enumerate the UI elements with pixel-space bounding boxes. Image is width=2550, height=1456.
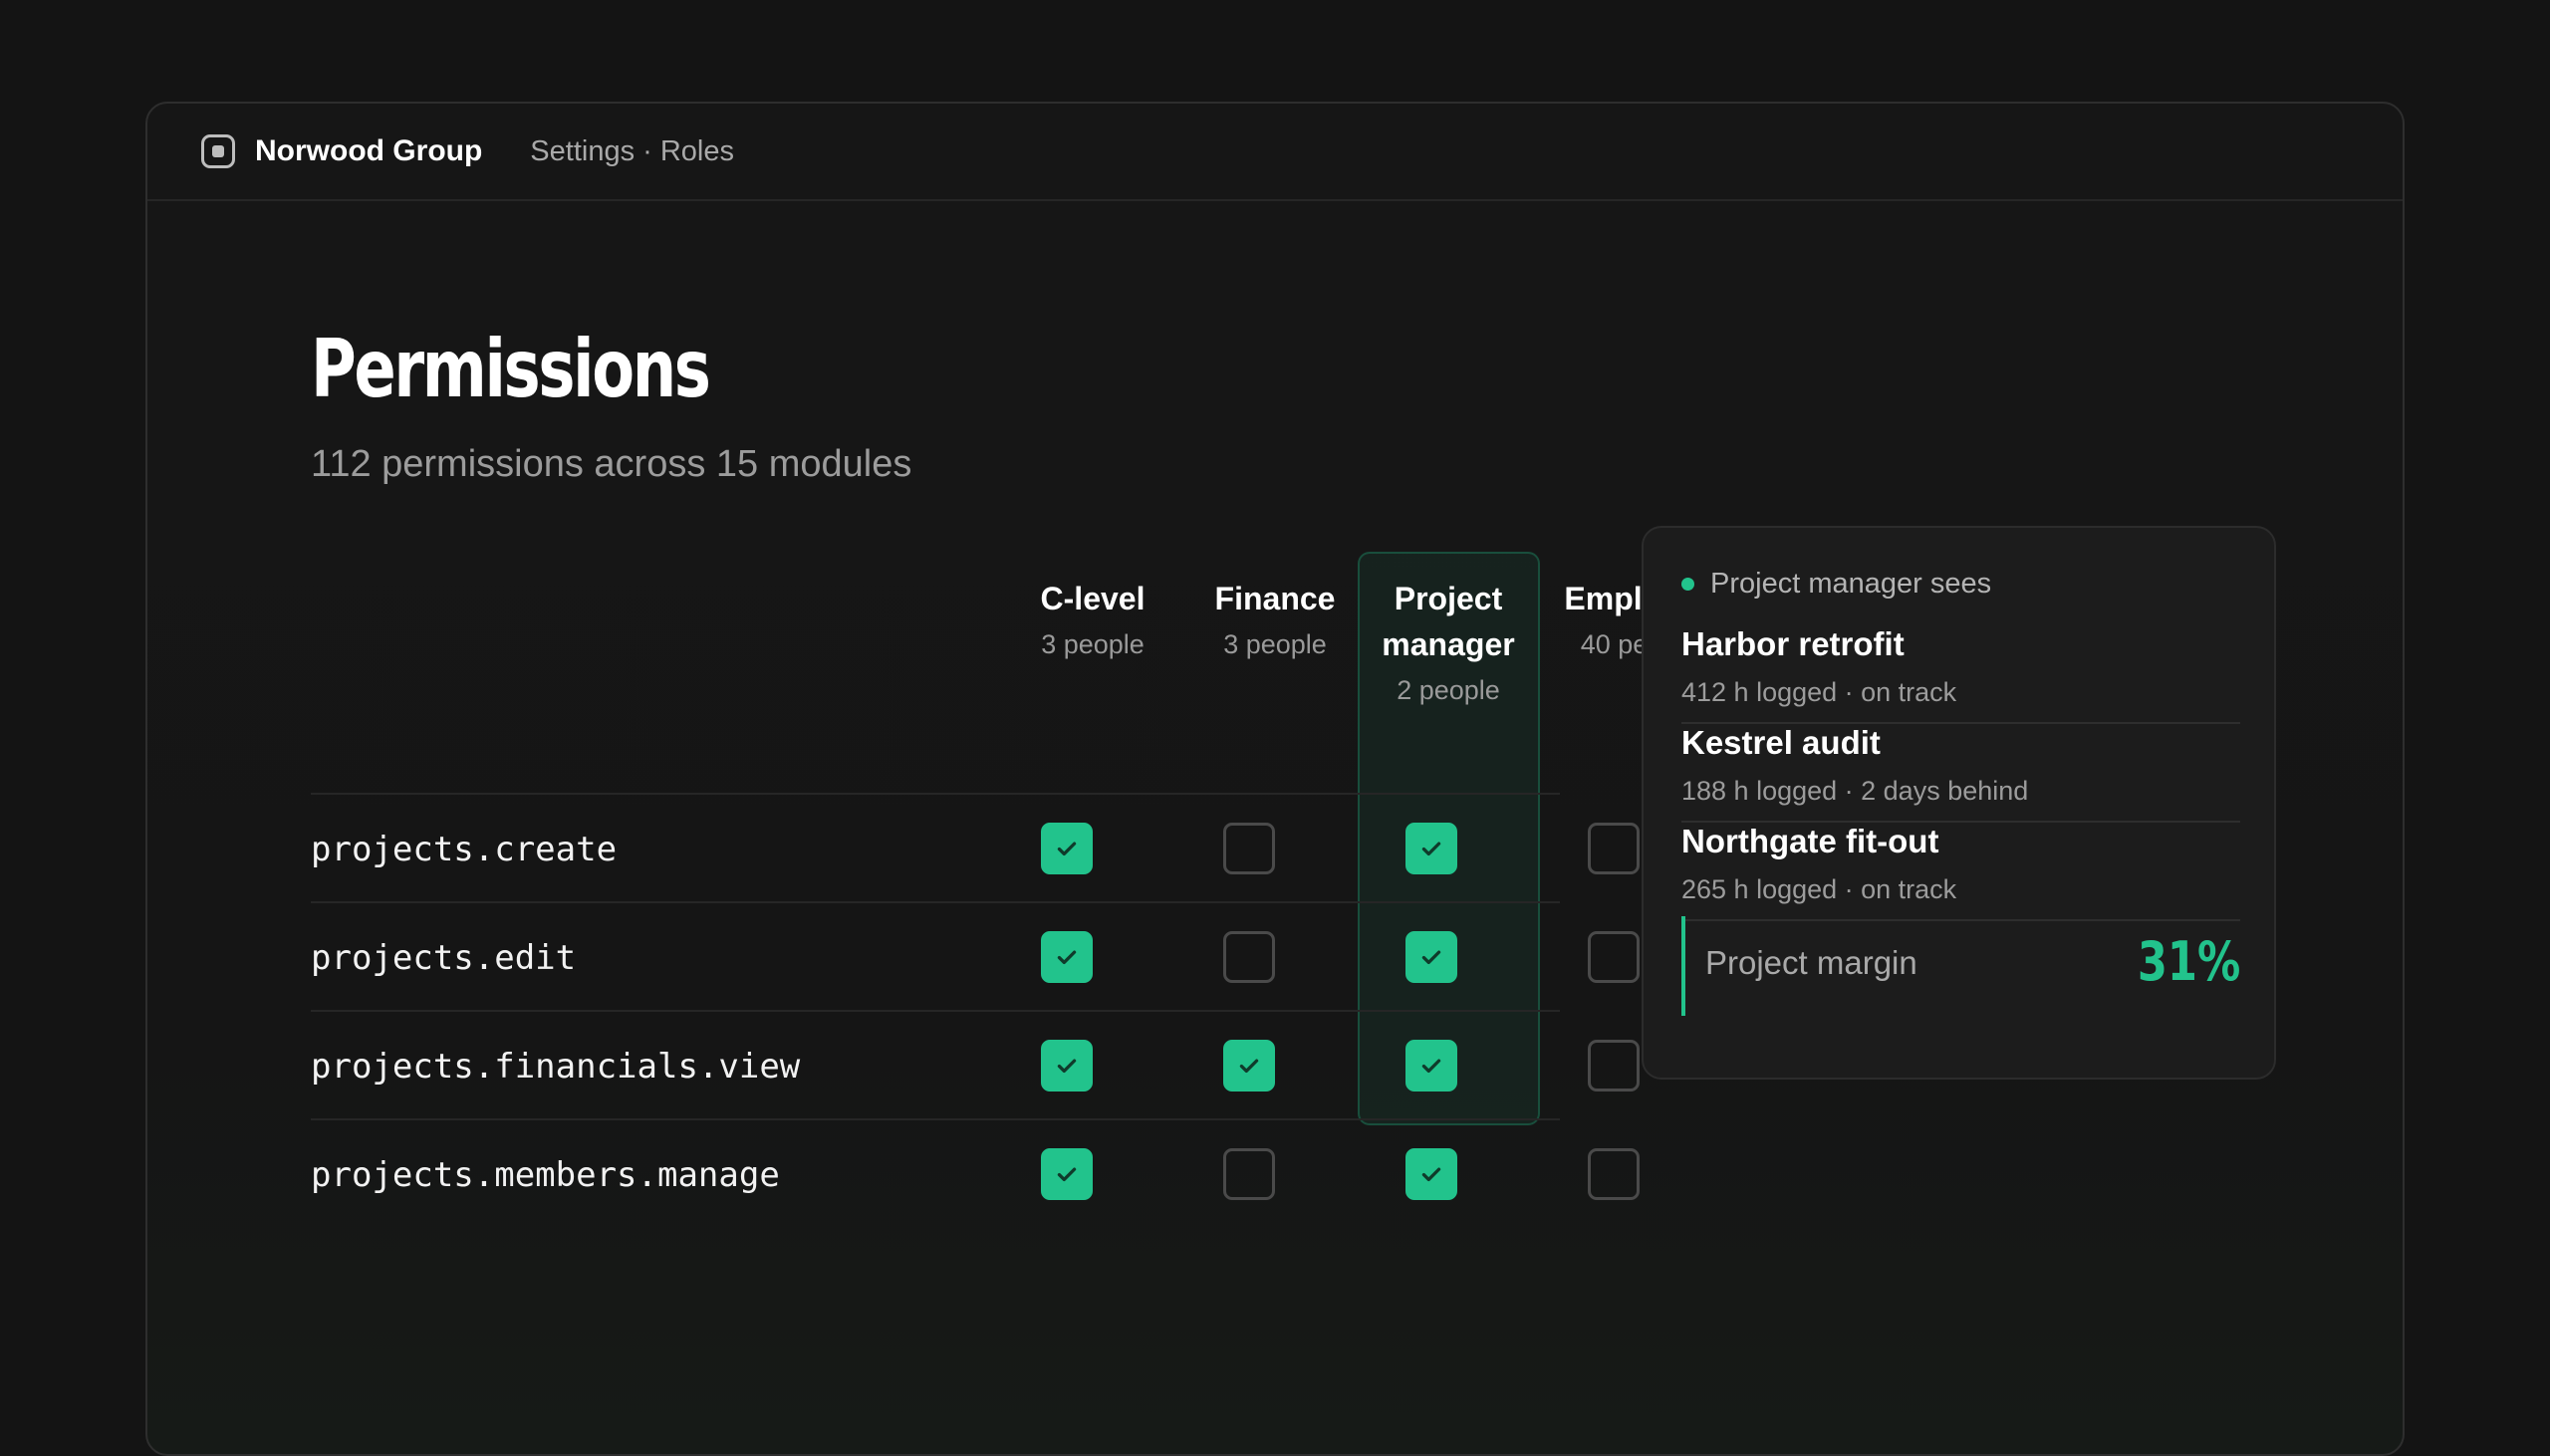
role-header-project-manager[interactable]: Project manager 2 people bbox=[1359, 576, 1538, 713]
status-dot-icon bbox=[1681, 578, 1694, 591]
permission-checkbox-finance[interactable] bbox=[1223, 823, 1275, 874]
org-name[interactable]: Norwood Group bbox=[255, 134, 482, 168]
permission-checkbox-finance[interactable] bbox=[1223, 1148, 1275, 1200]
margin-value: 31% bbox=[2137, 930, 2240, 993]
project-margin-stat: Project margin 31% bbox=[1681, 916, 2240, 1016]
app-window: Norwood Group Settings · Roles Permissio… bbox=[145, 102, 2405, 1456]
permission-row: projects.members.manage bbox=[311, 1118, 1640, 1227]
checkmark-icon bbox=[1054, 1161, 1080, 1187]
role-name-line-2: manager bbox=[1382, 626, 1515, 662]
project-item[interactable]: Northgate fit-out 265 h logged · on trac… bbox=[1681, 823, 2240, 921]
page-subtitle: 112 permissions across 15 modules bbox=[311, 443, 912, 485]
permission-checkbox-employee[interactable] bbox=[1588, 931, 1640, 983]
role-count: 3 people bbox=[1041, 629, 1145, 659]
permission-checkbox-employee[interactable] bbox=[1588, 1148, 1640, 1200]
checkmark-icon bbox=[1418, 1053, 1444, 1079]
permission-row: projects.edit bbox=[311, 901, 1640, 1010]
permission-matrix: C-level 3 people Finance 3 people Projec… bbox=[311, 552, 1715, 1249]
breadcrumb[interactable]: Settings · Roles bbox=[530, 135, 734, 168]
preview-heading: Project manager sees bbox=[1681, 568, 1991, 601]
role-header-finance[interactable]: Finance 3 people bbox=[1185, 576, 1365, 667]
checkmark-icon bbox=[1054, 944, 1080, 970]
page-title: Permissions bbox=[311, 323, 711, 415]
project-name: Harbor retrofit bbox=[1681, 625, 1905, 662]
checkmark-icon bbox=[1054, 1053, 1080, 1079]
margin-label: Project margin bbox=[1705, 944, 1917, 981]
permission-key: projects.edit bbox=[311, 937, 577, 978]
permission-checkbox-c-level[interactable] bbox=[1041, 931, 1093, 983]
app-logo-icon[interactable] bbox=[201, 134, 235, 168]
role-name: C-level bbox=[1040, 581, 1146, 616]
role-preview-panel: Project manager sees Harbor retrofit 412… bbox=[1642, 526, 2276, 1080]
project-item[interactable]: Harbor retrofit 412 h logged · on track bbox=[1681, 625, 2240, 724]
permission-key: projects.financials.view bbox=[311, 1046, 801, 1087]
project-name: Kestrel audit bbox=[1681, 724, 1881, 761]
permission-checkbox-finance[interactable] bbox=[1223, 931, 1275, 983]
checkmark-icon bbox=[1418, 944, 1444, 970]
permission-checkbox-project-manager[interactable] bbox=[1405, 931, 1457, 983]
permission-checkbox-project-manager[interactable] bbox=[1405, 1148, 1457, 1200]
checkmark-icon bbox=[1236, 1053, 1262, 1079]
permission-checkbox-finance[interactable] bbox=[1223, 1040, 1275, 1092]
permission-checkbox-employee[interactable] bbox=[1588, 823, 1640, 874]
role-count: 2 people bbox=[1397, 675, 1500, 705]
permission-checkbox-employee[interactable] bbox=[1588, 1040, 1640, 1092]
permission-row: projects.financials.view bbox=[311, 1010, 1640, 1118]
permission-checkbox-project-manager[interactable] bbox=[1405, 823, 1457, 874]
role-count: 3 people bbox=[1223, 629, 1327, 659]
permission-row: projects.create bbox=[311, 793, 1640, 901]
permission-checkbox-c-level[interactable] bbox=[1041, 1040, 1093, 1092]
project-meta: 412 h logged · on track bbox=[1681, 677, 1957, 707]
preview-heading-text: Project manager sees bbox=[1710, 568, 1992, 600]
top-bar: Norwood Group Settings · Roles bbox=[147, 104, 2403, 201]
permission-checkbox-project-manager[interactable] bbox=[1405, 1040, 1457, 1092]
permission-checkbox-c-level[interactable] bbox=[1041, 1148, 1093, 1200]
checkmark-icon bbox=[1418, 836, 1444, 861]
role-name: Finance bbox=[1214, 581, 1336, 616]
project-item[interactable]: Kestrel audit 188 h logged · 2 days behi… bbox=[1681, 724, 2240, 823]
checkmark-icon bbox=[1054, 836, 1080, 861]
permission-checkbox-c-level[interactable] bbox=[1041, 823, 1093, 874]
permission-key: projects.members.manage bbox=[311, 1154, 780, 1195]
checkmark-icon bbox=[1418, 1161, 1444, 1187]
permission-key: projects.create bbox=[311, 829, 618, 869]
project-meta: 265 h logged · on track bbox=[1681, 874, 1957, 904]
role-name-line-1: Project bbox=[1394, 581, 1503, 616]
project-name: Northgate fit-out bbox=[1681, 823, 1939, 859]
project-meta: 188 h logged · 2 days behind bbox=[1681, 776, 2029, 806]
role-header-c-level[interactable]: C-level 3 people bbox=[1003, 576, 1182, 667]
